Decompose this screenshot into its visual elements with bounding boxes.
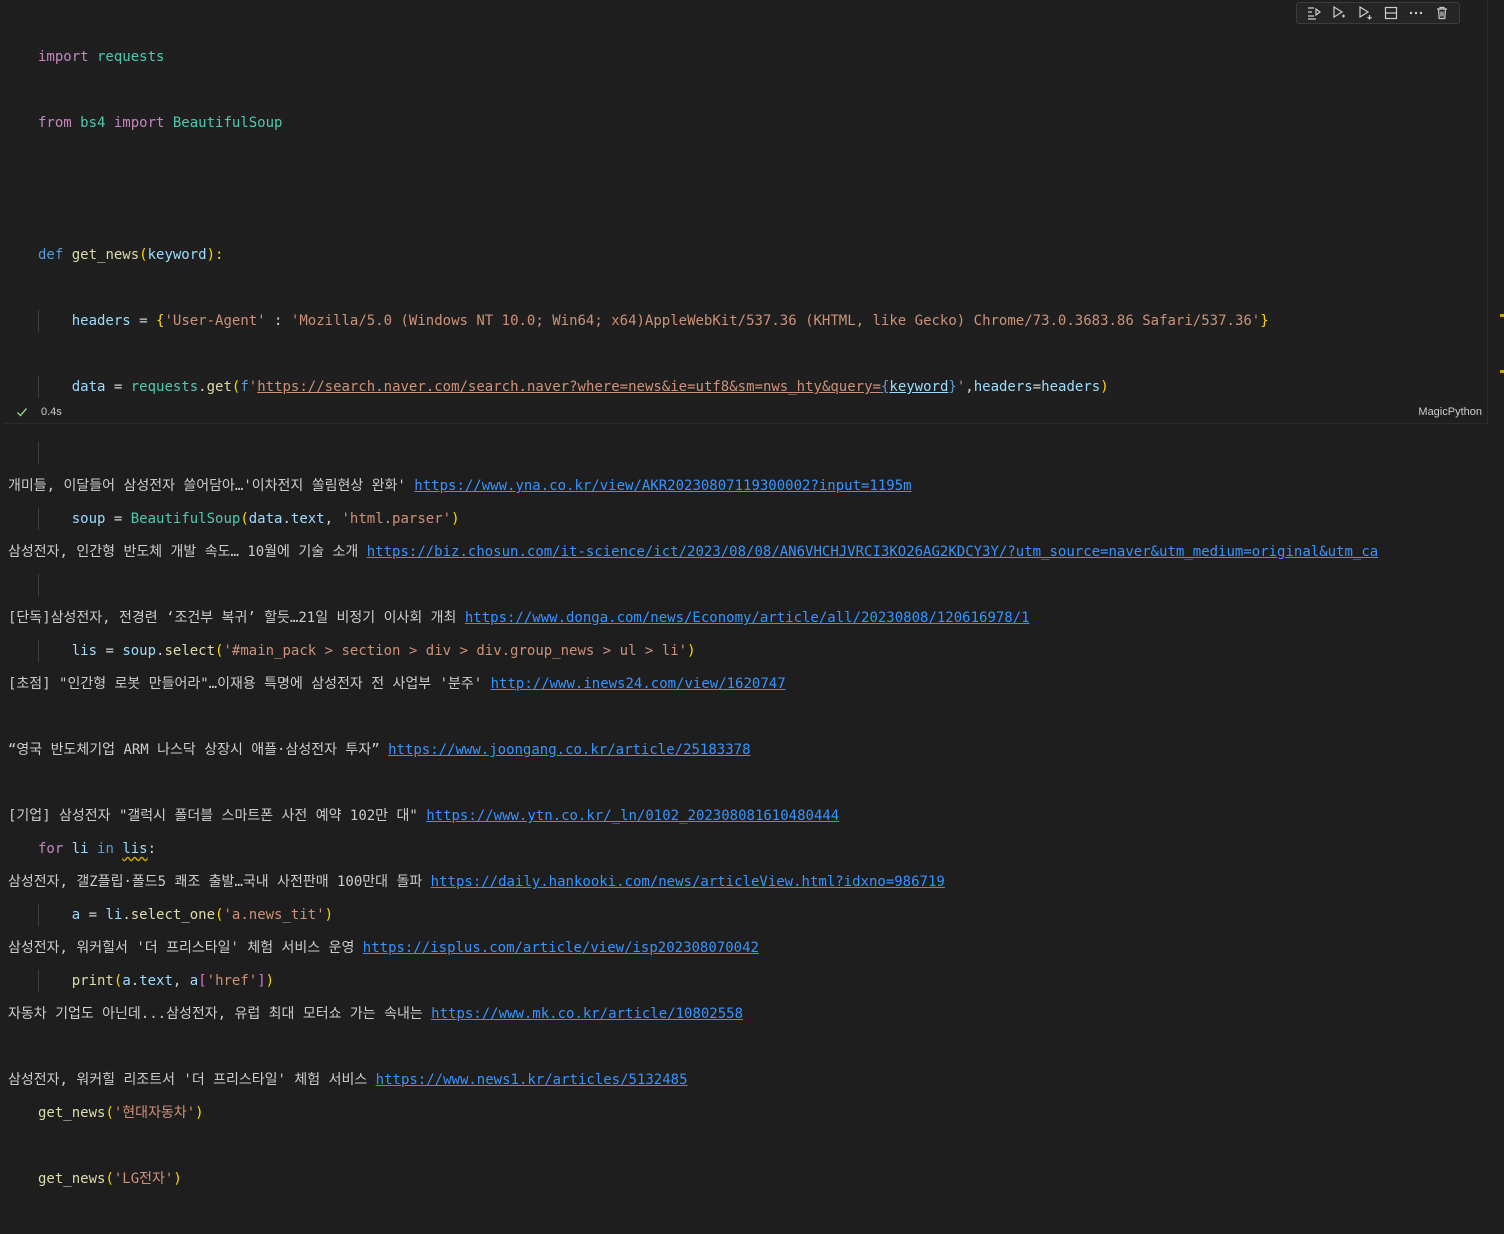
delete-cell-button[interactable]: [1432, 4, 1452, 22]
trash-icon: [1437, 6, 1448, 20]
split-cell-icon: [1384, 6, 1397, 20]
cell-output: 개미들, 이달들어 삼성전자 쓸어담아…'이차전지 쏠림현상 완화' https…: [8, 431, 1378, 1113]
code-line-4: def get_news(keyword):: [38, 247, 224, 263]
code-line-1: import requests: [38, 49, 165, 65]
scrollbar-warning-marker: [1500, 370, 1504, 373]
output-link[interactable]: http://www.inews24.com/view/1620747: [491, 676, 786, 692]
cell-language-button[interactable]: MagicPython: [1418, 406, 1482, 418]
run-above-icon: [1333, 5, 1346, 19]
output-link[interactable]: https://www.yna.co.kr/view/AKR2023080711…: [414, 478, 911, 494]
run-below-icon: [1359, 5, 1373, 20]
cell-focus-bar: [0, 0, 4, 424]
indent-guide: [38, 310, 39, 332]
output-line: 자동차 기업도 아닌데...삼성전자, 유럽 최대 모터쇼 가는 속내는 htt…: [8, 1006, 744, 1022]
output-link[interactable]: https://biz.chosun.com/it-science/ict/20…: [367, 544, 1378, 560]
output-line: “영국 반도체기업 ARM 나스닥 상장시 애플·삼성전자 투자” https:…: [8, 742, 751, 758]
scrollbar-warning-marker: [1500, 314, 1504, 317]
code-cell[interactable]: import requests from bs4 import Beautifu…: [0, 0, 1488, 1187]
output-link[interactable]: https://www.mk.co.kr/article/10802558: [431, 1006, 743, 1022]
code-line-6: data = requests.get(f'https://search.nav…: [38, 376, 1269, 398]
code-line-5: headers = {'User-Agent' : 'Mozilla/5.0 (…: [38, 310, 1269, 332]
execution-time: 0.4s: [41, 406, 62, 418]
cell-status-bar: 0.4s MagicPython: [0, 402, 1488, 424]
request-url[interactable]: https://search.naver.com/search.naver?wh…: [257, 379, 881, 395]
output-line: [단독]삼성전자, 전경련 ‘조건부 복귀’ 할듯…21일 비정기 이사회 개최…: [8, 610, 1030, 626]
output-line: 삼성전자, 워커힐서 '더 프리스타일' 체험 서비스 운영 https://i…: [8, 940, 759, 956]
output-link[interactable]: https://www.donga.com/news/Economy/artic…: [465, 610, 1030, 626]
more-actions-button[interactable]: [1406, 4, 1426, 22]
run-by-line-button[interactable]: [1304, 4, 1324, 22]
cell-toolbar: [1296, 2, 1460, 24]
output-link[interactable]: https://www.news1.kr/articles/5132485: [376, 1072, 688, 1088]
execute-below-button[interactable]: [1355, 4, 1375, 22]
success-check-icon: [17, 408, 28, 417]
code-line-18: get_news('LG전자'): [38, 1171, 182, 1187]
output-line: 개미들, 이달들어 삼성전자 쓸어담아…'이차전지 쏠림현상 완화' https…: [8, 478, 912, 494]
split-cell-button[interactable]: [1381, 4, 1401, 22]
execute-above-button[interactable]: [1329, 4, 1349, 22]
output-line: [초점] "인간형 로봇 만들어라"…이재용 특명에 삼성전자 전 사업부 '분…: [8, 676, 786, 692]
output-link[interactable]: https://daily.hankooki.com/news/articleV…: [431, 874, 945, 890]
output-link[interactable]: https://www.joongang.co.kr/article/25183…: [388, 742, 750, 758]
output-line: 삼성전자, 인간형 반도체 개발 속도… 10월에 기술 소개 https://…: [8, 544, 1379, 560]
output-line: 삼성전자, 워커힐 리조트서 '더 프리스타일' 체험 서비스 https://…: [8, 1072, 688, 1088]
indent-guide: [38, 376, 39, 398]
output-line: 삼성전자, 갤Z플립·폴드5 쾌조 출발…국내 사전판매 100만대 돌파 ht…: [8, 874, 945, 890]
ellipsis-icon: [1410, 11, 1423, 15]
output-link[interactable]: https://isplus.com/article/view/isp20230…: [363, 940, 759, 956]
run-by-line-icon: [1307, 7, 1321, 20]
output-line: [기업] 삼성전자 "갤럭시 폴더블 스마트폰 사전 예약 102만 대" ht…: [8, 808, 840, 824]
output-link[interactable]: https://www.ytn.co.kr/_ln/0102_202308081…: [426, 808, 839, 824]
code-line-2: from bs4 import BeautifulSoup: [38, 115, 283, 131]
